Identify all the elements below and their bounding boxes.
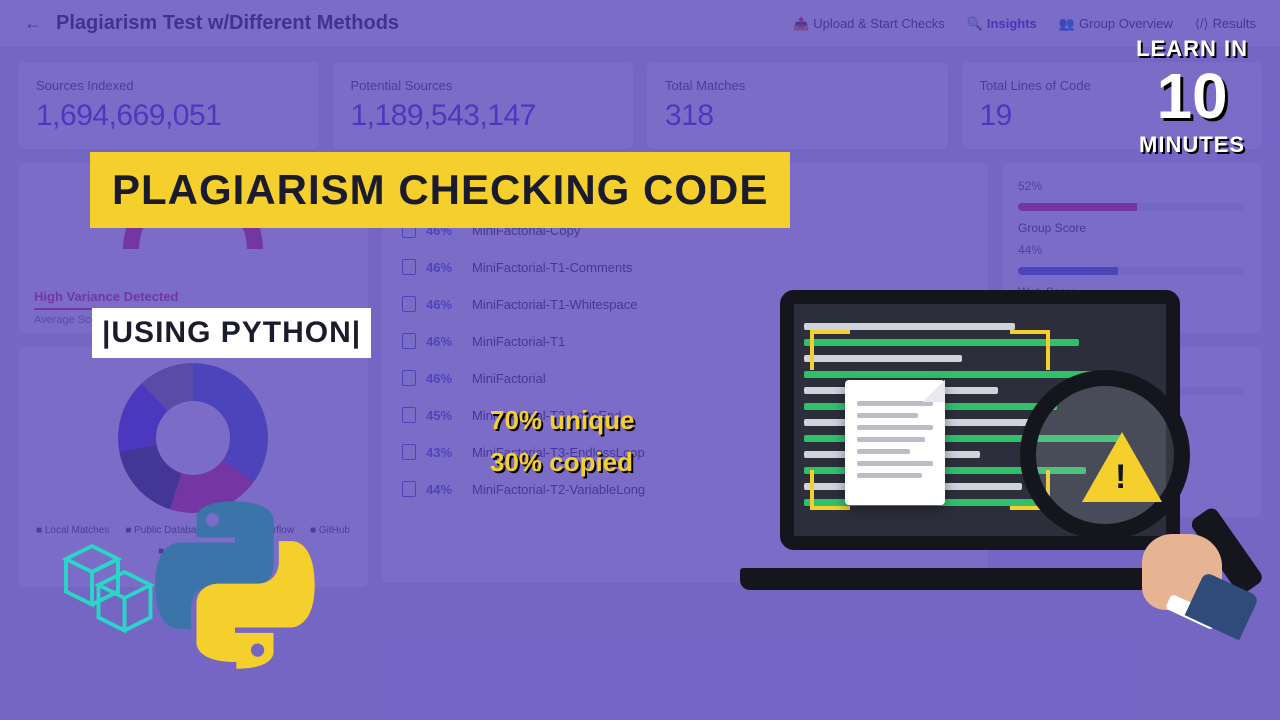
focus-bracket-icon: [810, 330, 850, 370]
unique-text: 70% unique: [490, 400, 634, 442]
subtitle-banner: |USING PYTHON|: [92, 308, 371, 358]
laptop-illustration: [740, 290, 1230, 620]
logos: [40, 490, 340, 690]
result-text: 70% unique 30% copied: [490, 400, 634, 483]
learn-badge: LEARN IN 10 MINUTES: [1136, 36, 1248, 158]
sub-banner-text: |USING PYTHON|: [102, 316, 361, 350]
hand-icon: [1128, 516, 1248, 626]
focus-bracket-icon: [1010, 330, 1050, 370]
focus-bracket-icon: [810, 470, 850, 510]
banner-text: PLAGIARISM CHECKING CODE: [112, 166, 768, 214]
document-icon: [845, 380, 945, 505]
copied-text: 30% copied: [490, 442, 634, 484]
title-banner: PLAGIARISM CHECKING CODE: [90, 152, 790, 228]
thumbnail-foreground: PLAGIARISM CHECKING CODE |USING PYTHON| …: [0, 0, 1280, 720]
learn-number: 10: [1136, 68, 1248, 126]
magnifier-ring: [1020, 370, 1190, 540]
learn-top: LEARN IN: [1136, 36, 1248, 62]
learn-bottom: MINUTES: [1136, 132, 1248, 158]
python-logo-icon: [150, 500, 320, 670]
warning-triangle-icon: [1082, 432, 1162, 502]
